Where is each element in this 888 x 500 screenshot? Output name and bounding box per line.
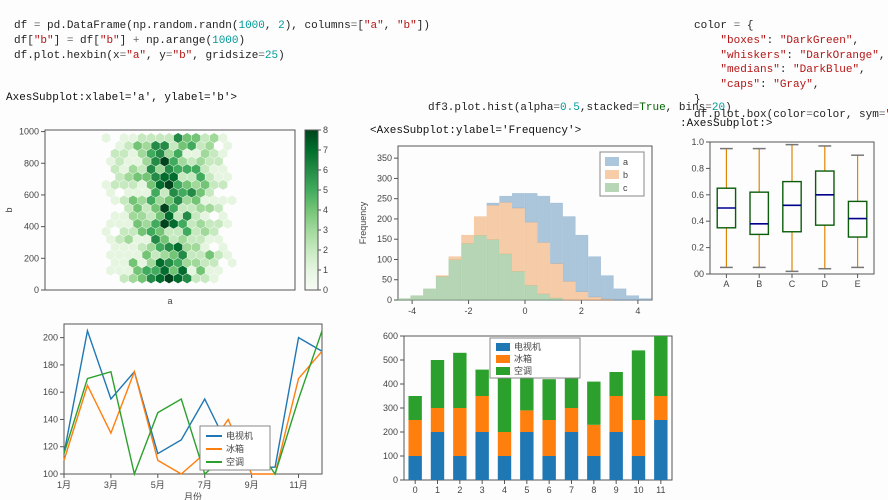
svg-text:冰箱: 冰箱 bbox=[226, 443, 244, 454]
svg-text:5月: 5月 bbox=[151, 480, 165, 490]
output-box: :AxesSubplot:> bbox=[680, 118, 772, 130]
svg-text:400: 400 bbox=[383, 379, 398, 389]
svg-text:8: 8 bbox=[323, 125, 328, 135]
svg-text:b: b bbox=[4, 207, 14, 212]
svg-text:0.4: 0.4 bbox=[691, 216, 704, 226]
svg-text:0: 0 bbox=[323, 285, 328, 295]
svg-text:7: 7 bbox=[323, 145, 328, 155]
svg-text:1: 1 bbox=[323, 265, 328, 275]
svg-text:a: a bbox=[167, 296, 172, 306]
svg-text:7: 7 bbox=[569, 485, 574, 495]
svg-text:0.2: 0.2 bbox=[691, 243, 704, 253]
svg-text:9月: 9月 bbox=[245, 480, 259, 490]
svg-text:100: 100 bbox=[377, 254, 392, 264]
svg-text:月份: 月份 bbox=[184, 491, 202, 500]
svg-text:a: a bbox=[623, 157, 628, 167]
svg-text:3: 3 bbox=[480, 485, 485, 495]
svg-text:6: 6 bbox=[547, 485, 552, 495]
svg-text:-2: -2 bbox=[465, 306, 473, 316]
chart-box: 00 0.2 0.4 0.6 0.8 1.0 A B C D E bbox=[680, 134, 880, 289]
svg-text:0: 0 bbox=[387, 295, 392, 305]
svg-text:160: 160 bbox=[43, 387, 58, 397]
svg-text:4: 4 bbox=[635, 306, 640, 316]
svg-text:200: 200 bbox=[377, 214, 392, 224]
svg-text:电视机: 电视机 bbox=[514, 341, 541, 352]
svg-text:3: 3 bbox=[323, 225, 328, 235]
svg-text:7月: 7月 bbox=[198, 480, 212, 490]
svg-text:250: 250 bbox=[377, 194, 392, 204]
svg-text:8: 8 bbox=[591, 485, 596, 495]
svg-text:空调: 空调 bbox=[226, 456, 244, 467]
svg-text:B: B bbox=[756, 279, 762, 289]
svg-text:冰箱: 冰箱 bbox=[514, 353, 532, 364]
code-hexbin: df = pd.DataFrame(np.random.randn(1000, … bbox=[14, 4, 430, 63]
svg-text:300: 300 bbox=[383, 403, 398, 413]
svg-text:电视机: 电视机 bbox=[226, 430, 253, 441]
svg-text:2: 2 bbox=[323, 245, 328, 255]
svg-text:空调: 空调 bbox=[514, 365, 532, 376]
svg-text:5: 5 bbox=[323, 185, 328, 195]
chart-hist: -4 -2 0 2 4 0 50 100 150 200 250 300 350 Frequency abc bbox=[352, 138, 662, 318]
svg-text:6: 6 bbox=[323, 165, 328, 175]
svg-text:D: D bbox=[822, 279, 829, 289]
svg-text:300: 300 bbox=[377, 173, 392, 183]
chart-hexbin: 0 200 400 600 800 1000 b a 0 1 2 3 4 5 6 7 8 bbox=[0, 118, 335, 308]
svg-text:2: 2 bbox=[579, 306, 584, 316]
svg-text:1: 1 bbox=[435, 485, 440, 495]
svg-text:1000: 1000 bbox=[19, 127, 39, 137]
svg-text:400: 400 bbox=[24, 222, 39, 232]
svg-text:150: 150 bbox=[377, 234, 392, 244]
svg-text:00: 00 bbox=[694, 269, 704, 279]
code-box: color = { "boxes": "DarkGreen", "whisker… bbox=[694, 4, 888, 123]
svg-text:10: 10 bbox=[633, 485, 643, 495]
svg-text:b: b bbox=[623, 170, 628, 180]
svg-text:11月: 11月 bbox=[289, 480, 307, 490]
svg-text:E: E bbox=[855, 279, 861, 289]
svg-text:3月: 3月 bbox=[104, 480, 118, 490]
output-hexbin: AxesSubplot:xlabel='a', ylabel='b'> bbox=[6, 92, 237, 104]
svg-text:c: c bbox=[623, 183, 628, 193]
svg-text:50: 50 bbox=[382, 275, 392, 285]
svg-text:120: 120 bbox=[43, 442, 58, 452]
code-hist: df3.plot.hist(alpha=0.5,stacked=True, bi… bbox=[428, 86, 732, 116]
svg-text:200: 200 bbox=[383, 427, 398, 437]
chart-bar: 0 100 200 300 400 500 600 0 1 2 3 4 5 6 7 8 9 10 11 电视机冰箱空调 bbox=[370, 330, 680, 496]
svg-text:C: C bbox=[789, 279, 796, 289]
svg-text:1月: 1月 bbox=[57, 480, 71, 490]
svg-text:4: 4 bbox=[323, 205, 328, 215]
svg-text:600: 600 bbox=[24, 190, 39, 200]
svg-text:180: 180 bbox=[43, 360, 58, 370]
output-hist: <AxesSubplot:ylabel='Frequency'> bbox=[370, 125, 581, 137]
svg-text:11: 11 bbox=[656, 485, 665, 495]
svg-text:500: 500 bbox=[383, 355, 398, 365]
svg-text:4: 4 bbox=[502, 485, 507, 495]
svg-text:A: A bbox=[723, 279, 729, 289]
svg-text:0: 0 bbox=[522, 306, 527, 316]
svg-text:140: 140 bbox=[43, 414, 58, 424]
svg-text:0: 0 bbox=[34, 285, 39, 295]
svg-text:100: 100 bbox=[383, 451, 398, 461]
svg-text:100: 100 bbox=[43, 469, 58, 479]
svg-text:-4: -4 bbox=[408, 306, 416, 316]
chart-line: 1001201401601802001月3月5月7月9月11月月份电视机冰箱空调 bbox=[30, 316, 330, 494]
svg-text:9: 9 bbox=[614, 485, 619, 495]
svg-text:2: 2 bbox=[457, 485, 462, 495]
svg-text:0.6: 0.6 bbox=[691, 190, 704, 200]
svg-text:0: 0 bbox=[413, 485, 418, 495]
svg-text:1.0: 1.0 bbox=[691, 137, 704, 147]
svg-text:200: 200 bbox=[24, 253, 39, 263]
svg-text:350: 350 bbox=[377, 153, 392, 163]
svg-text:Frequency: Frequency bbox=[358, 201, 368, 244]
svg-text:5: 5 bbox=[524, 485, 529, 495]
svg-text:600: 600 bbox=[383, 331, 398, 341]
svg-text:0.8: 0.8 bbox=[691, 163, 704, 173]
svg-text:0: 0 bbox=[393, 475, 398, 485]
svg-text:800: 800 bbox=[24, 158, 39, 168]
svg-text:200: 200 bbox=[43, 333, 58, 343]
